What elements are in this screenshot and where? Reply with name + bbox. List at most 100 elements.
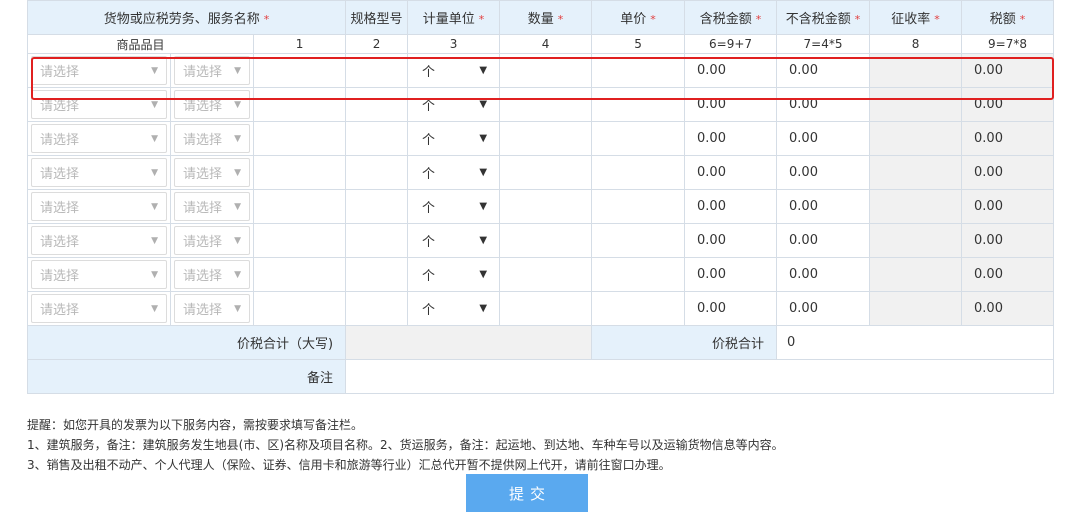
unit-price-input[interactable] — [591, 53, 686, 88]
notes: 提醒：如您开具的发票为以下服务内容，需按要求填写备注栏。 1、建筑服务，备注：建… — [27, 415, 784, 475]
quantity-input[interactable] — [499, 257, 593, 292]
header-row: 货物或应税劳务、服务名称 * 规格型号 计量单位 * 数量 * 单价 * 含税金额 * 不… — [26, 0, 1055, 35]
unit-price-input[interactable] — [591, 223, 686, 258]
required-mark: * — [650, 13, 656, 26]
amount-tax-incl-input[interactable]: 0.00 — [684, 257, 778, 292]
spec-model-input[interactable] — [345, 291, 409, 326]
quantity-input[interactable] — [499, 223, 593, 258]
subcategory-select[interactable]: 请选择 ▼ — [174, 90, 250, 119]
category-select[interactable]: 请选择 ▼ — [31, 90, 167, 119]
unit-price-input[interactable] — [591, 155, 686, 190]
remark-input[interactable] — [345, 359, 1055, 394]
caret-down-icon: ▼ — [151, 99, 158, 110]
unit-price-input[interactable] — [591, 87, 686, 122]
spec-model-input[interactable] — [345, 121, 409, 156]
unit-price-input[interactable] — [591, 257, 686, 292]
quantity-input[interactable] — [499, 53, 593, 88]
category-select[interactable]: 请选择 ▼ — [31, 294, 167, 323]
subcategory-select[interactable]: 请选择 ▼ — [174, 158, 250, 187]
unit-select[interactable]: 个 ▼ — [407, 291, 501, 326]
subcategory-select[interactable]: 请选择 ▼ — [174, 56, 250, 85]
tax-amount-cell: 0.00 — [961, 53, 1055, 88]
amount-tax-excl-input[interactable]: 0.00 — [776, 53, 871, 88]
amount-tax-excl-input[interactable]: 0.00 — [776, 223, 871, 258]
index-cell: 3 — [407, 34, 501, 54]
unit-select-box[interactable]: 个 ▼ — [408, 61, 499, 80]
unit-select-box[interactable]: 个 ▼ — [408, 265, 499, 284]
quantity-input[interactable] — [499, 121, 593, 156]
spec-model-input[interactable] — [345, 53, 409, 88]
unit-select[interactable]: 个 ▼ — [407, 223, 501, 258]
amount-tax-excl-input[interactable]: 0.00 — [776, 87, 871, 122]
spec-model-input[interactable] — [345, 155, 409, 190]
goods-name-input[interactable] — [252, 155, 347, 190]
unit-select-box[interactable]: 个 ▼ — [408, 231, 499, 250]
category-select[interactable]: 请选择 ▼ — [31, 260, 167, 289]
goods-name-input[interactable] — [252, 223, 347, 258]
unit-select[interactable]: 个 ▼ — [407, 257, 501, 292]
unit-select-box[interactable]: 个 ▼ — [408, 197, 499, 216]
levy-rate-cell — [869, 291, 963, 326]
quantity-input[interactable] — [499, 291, 593, 326]
unit-select[interactable]: 个 ▼ — [407, 121, 501, 156]
amount-tax-incl-input[interactable]: 0.00 — [684, 53, 778, 88]
category-cell: 请选择 ▼ — [27, 291, 171, 326]
submit-button[interactable]: 提交 — [466, 474, 588, 512]
goods-name-input[interactable] — [252, 257, 347, 292]
category-select[interactable]: 请选择 ▼ — [31, 56, 167, 85]
unit-select-box[interactable]: 个 ▼ — [408, 95, 499, 114]
spec-model-input[interactable] — [345, 223, 409, 258]
unit-select-box[interactable]: 个 ▼ — [408, 129, 499, 148]
unit-select-box[interactable]: 个 ▼ — [408, 299, 499, 318]
amount-tax-excl-input[interactable]: 0.00 — [776, 189, 871, 224]
tax-amount-cell: 0.00 — [961, 223, 1055, 258]
tax-amount-cell: 0.00 — [961, 155, 1055, 190]
unit-price-input[interactable] — [591, 189, 686, 224]
quantity-input[interactable] — [499, 87, 593, 122]
invoice-table-body: 货物或应税劳务、服务名称 * 规格型号 计量单位 * 数量 * 单价 * 含税金额 * 不… — [26, 0, 1055, 394]
amount-tax-incl-input[interactable]: 0.00 — [684, 155, 778, 190]
header-levy-rate: 征收率 * — [869, 0, 963, 35]
amount-tax-incl-input[interactable]: 0.00 — [684, 189, 778, 224]
spec-model-input[interactable] — [345, 87, 409, 122]
category-select[interactable]: 请选择 ▼ — [31, 226, 167, 255]
goods-name-input[interactable] — [252, 291, 347, 326]
unit-price-input[interactable] — [591, 121, 686, 156]
unit-price-input[interactable] — [591, 291, 686, 326]
goods-name-input[interactable] — [252, 53, 347, 88]
category-select[interactable]: 请选择 ▼ — [31, 158, 167, 187]
category-select[interactable]: 请选择 ▼ — [31, 124, 167, 153]
amount-tax-excl-input[interactable]: 0.00 — [776, 291, 871, 326]
spec-model-input[interactable] — [345, 257, 409, 292]
subcategory-select-value: 请选择 — [183, 65, 223, 80]
subcategory-select[interactable]: 请选择 ▼ — [174, 294, 250, 323]
amount-tax-incl-input[interactable]: 0.00 — [684, 223, 778, 258]
subcategory-cell: 请选择 ▼ — [170, 53, 254, 88]
unit-select[interactable]: 个 ▼ — [407, 87, 501, 122]
unit-select[interactable]: 个 ▼ — [407, 189, 501, 224]
quantity-input[interactable] — [499, 155, 593, 190]
spec-model-input[interactable] — [345, 189, 409, 224]
amount-tax-incl-input[interactable]: 0.00 — [684, 87, 778, 122]
amount-tax-excl-input[interactable]: 0.00 — [776, 257, 871, 292]
goods-name-input[interactable] — [252, 87, 347, 122]
quantity-input[interactable] — [499, 189, 593, 224]
subcategory-select[interactable]: 请选择 ▼ — [174, 226, 250, 255]
goods-name-input[interactable] — [252, 189, 347, 224]
note-line: 1、建筑服务，备注：建筑服务发生地县(市、区)名称及项目名称。2、货运服务，备注… — [27, 438, 784, 452]
amount-tax-excl-input[interactable]: 0.00 — [776, 155, 871, 190]
unit-select[interactable]: 个 ▼ — [407, 155, 501, 190]
subcategory-select[interactable]: 请选择 ▼ — [174, 124, 250, 153]
amount-tax-excl-input[interactable]: 0.00 — [776, 121, 871, 156]
goods-name-input[interactable] — [252, 121, 347, 156]
subcategory-select[interactable]: 请选择 ▼ — [174, 260, 250, 289]
amount-tax-incl-input[interactable]: 0.00 — [684, 291, 778, 326]
amount-tax-incl-input[interactable]: 0.00 — [684, 121, 778, 156]
table-row: 请选择 ▼ 请选择 ▼ 个 ▼ 0.00 0.00 0.00 — [27, 223, 1055, 258]
category-select[interactable]: 请选择 ▼ — [31, 192, 167, 221]
total-uppercase-label: 价税合计（大写) — [26, 325, 347, 360]
unit-select[interactable]: 个 ▼ — [407, 53, 501, 88]
subcategory-select[interactable]: 请选择 ▼ — [174, 192, 250, 221]
totals-row: 价税合计（大写) 价税合计 0 — [26, 325, 1055, 360]
unit-select-box[interactable]: 个 ▼ — [408, 163, 499, 182]
